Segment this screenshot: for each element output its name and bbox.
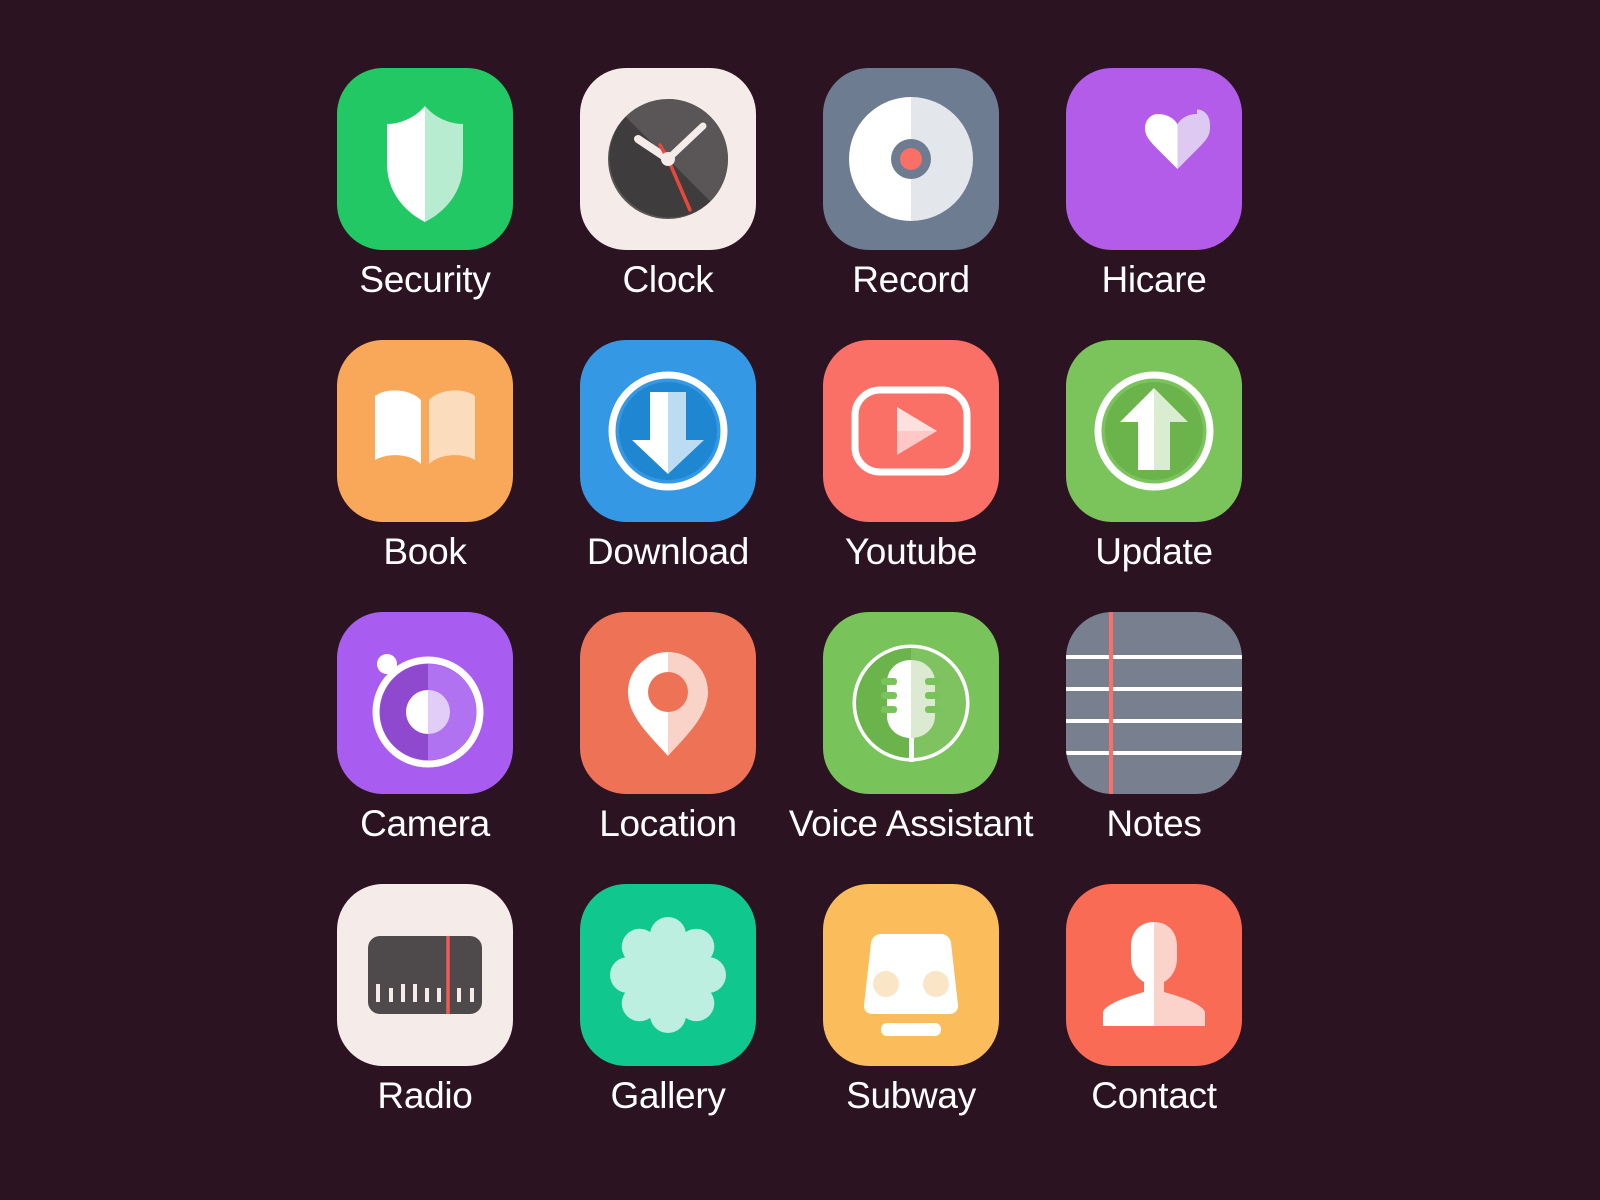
train-front-icon [823,884,999,1066]
app-item-subway[interactable]: Subway [823,884,999,1116]
app-tile-download[interactable] [580,340,756,522]
app-tile-book[interactable] [337,340,513,522]
app-tile-security[interactable] [337,68,513,250]
play-button-icon [823,340,999,522]
app-tile-camera[interactable] [337,612,513,794]
microphone-icon [823,612,999,794]
app-tile-location[interactable] [580,612,756,794]
app-label-download: Download [586,531,750,572]
shield-icon [337,68,513,250]
app-label-youtube: Youtube [844,531,978,572]
heart-icon [1066,68,1242,250]
app-tile-youtube[interactable] [823,340,999,522]
camera-lens-icon [337,612,513,794]
app-item-contact[interactable]: Contact [1066,884,1242,1116]
app-label-subway: Subway [846,1075,976,1116]
app-label-clock: Clock [622,259,714,300]
app-item-location[interactable]: Location [580,612,756,844]
vinyl-disc-icon [823,68,999,250]
app-item-youtube[interactable]: Youtube [823,340,999,572]
app-tile-notes[interactable] [1066,612,1242,794]
app-tile-radio[interactable] [337,884,513,1066]
app-label-location: Location [599,803,737,844]
app-tile-subway[interactable] [823,884,999,1066]
app-label-notes: Notes [1106,803,1202,844]
app-tile-record[interactable] [823,68,999,250]
app-label-gallery: Gallery [610,1075,726,1116]
radio-dial-icon [337,884,513,1066]
app-label-voice-assistant: Voice Assistant [788,803,1034,844]
app-label-camera: Camera [360,803,490,844]
analog-clock-icon [580,68,756,250]
app-label-radio: Radio [377,1075,473,1116]
ruled-paper-icon [1066,612,1242,794]
app-label-contact: Contact [1091,1075,1217,1116]
app-item-book[interactable]: Book [337,340,513,572]
app-tile-hicare[interactable] [1066,68,1242,250]
app-item-security[interactable]: Security [337,68,513,300]
app-item-download[interactable]: Download [580,340,756,572]
app-label-hicare: Hicare [1101,259,1207,300]
app-item-gallery[interactable]: Gallery [580,884,756,1116]
map-pin-icon [580,612,756,794]
upload-arrow-icon [1066,340,1242,522]
app-item-camera[interactable]: Camera [337,612,513,844]
app-tile-contact[interactable] [1066,884,1242,1066]
app-item-update[interactable]: Update [1066,340,1242,572]
app-item-voice-assistant[interactable]: Voice Assistant [789,612,1033,844]
app-tile-voice-assistant[interactable] [823,612,999,794]
flower-petals-icon [580,884,756,1066]
app-label-record: Record [852,259,970,300]
app-tile-update[interactable] [1066,340,1242,522]
app-label-book: Book [383,531,467,572]
open-book-icon [337,340,513,522]
app-item-hicare[interactable]: Hicare [1066,68,1242,300]
app-item-notes[interactable]: Notes [1066,612,1242,844]
person-bust-icon [1066,884,1242,1066]
app-label-update: Update [1095,531,1213,572]
app-tile-clock[interactable] [580,68,756,250]
app-icon-grid: Security Clock Record Hicare Book Downlo… [337,68,1243,1128]
download-arrow-icon [580,340,756,522]
app-item-clock[interactable]: Clock [580,68,756,300]
app-label-security: Security [359,259,491,300]
app-item-record[interactable]: Record [823,68,999,300]
app-item-radio[interactable]: Radio [337,884,513,1116]
home-screen: Security Clock Record Hicare Book Downlo… [0,0,1600,1200]
app-tile-gallery[interactable] [580,884,756,1066]
